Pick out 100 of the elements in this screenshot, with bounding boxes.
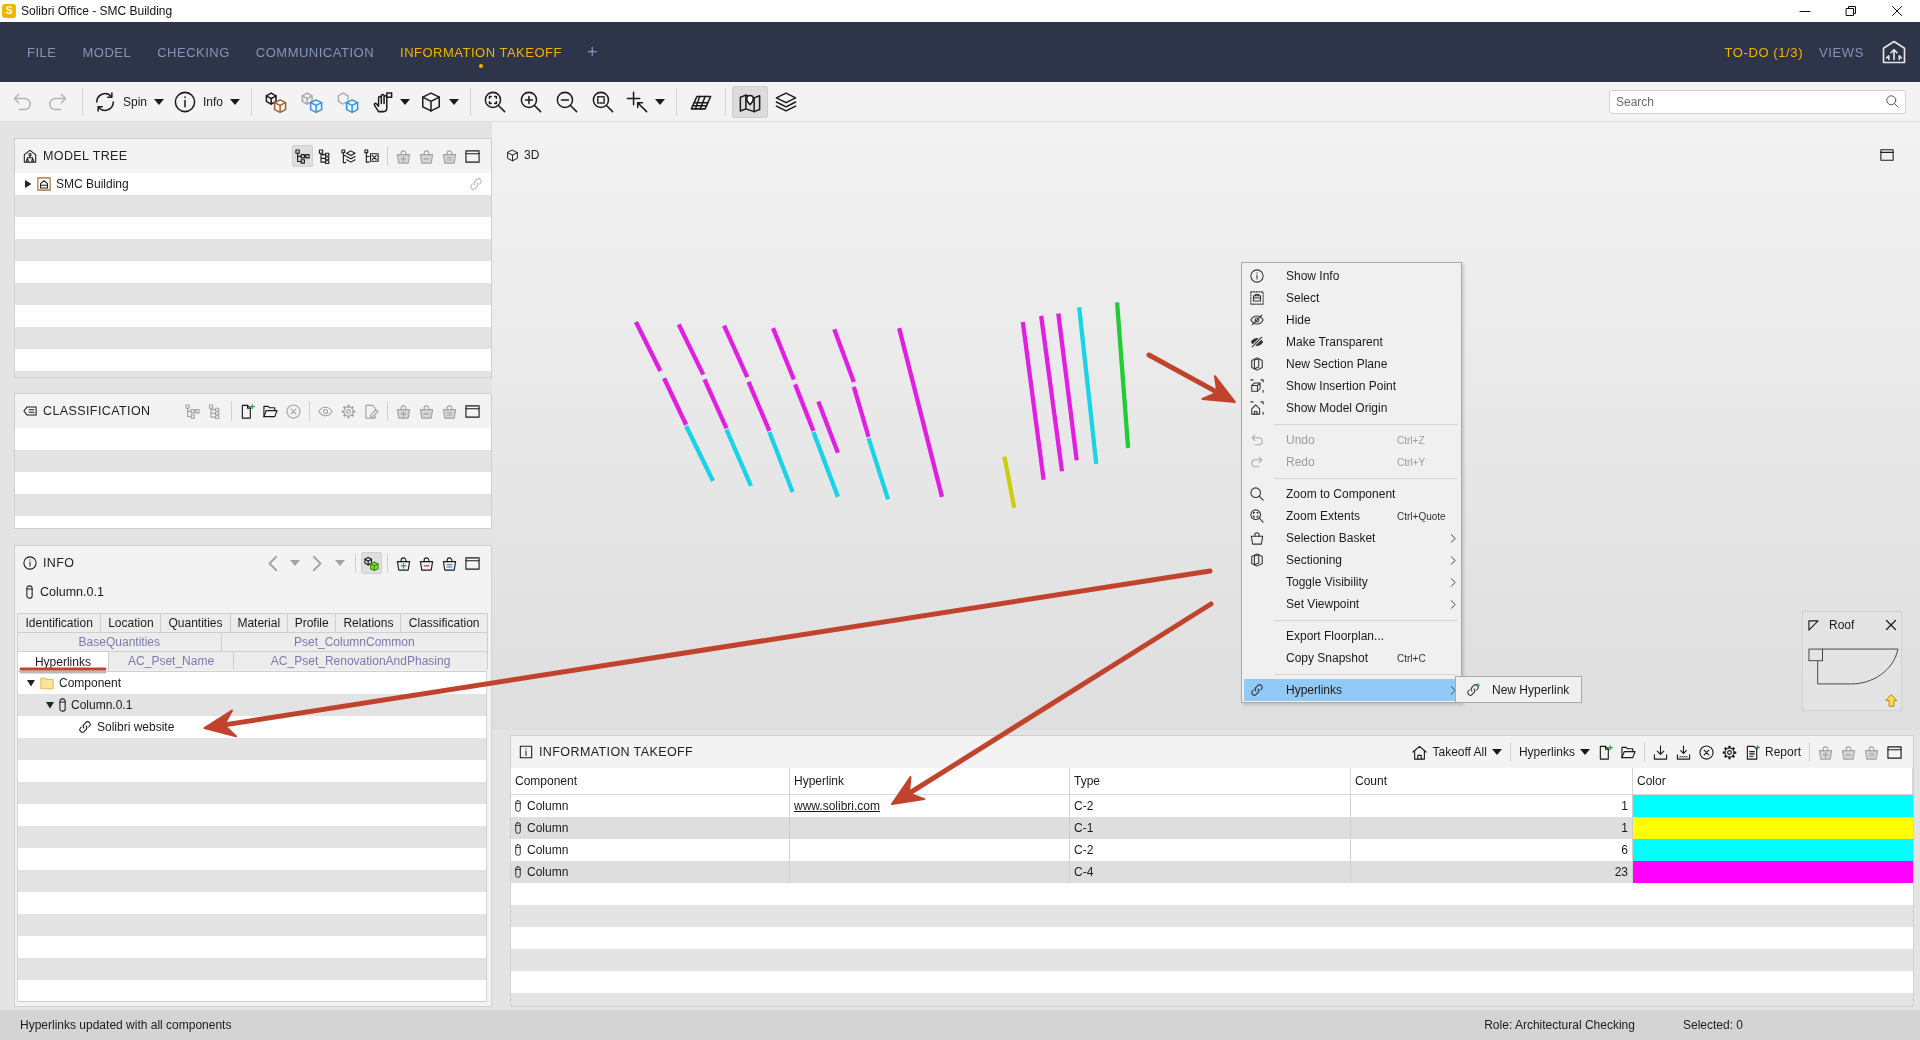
menu-item[interactable]: Make Transparent (1244, 331, 1459, 353)
menu-item[interactable]: Selection Basket (1244, 527, 1459, 549)
link[interactable]: www.solibri.com (794, 799, 880, 813)
column-header[interactable]: Color (1633, 768, 1913, 794)
house-icon (1412, 744, 1428, 760)
menu-item[interactable]: Zoom to Component (1244, 483, 1459, 505)
status-role: Role: Architectural Checking (1484, 1018, 1635, 1032)
search-field[interactable]: Search (1609, 89, 1906, 114)
tab[interactable]: AC_Pset_RenovationAndPhasing (233, 651, 488, 670)
cube-icon (506, 148, 519, 162)
tree-item[interactable]: SMC Building (56, 177, 129, 191)
info-icon (1250, 269, 1264, 283)
tree-item[interactable]: Column.0.1 (71, 698, 133, 712)
bag-minus-icon (1841, 744, 1856, 760)
menu-tab[interactable]: MODEL (69, 22, 145, 82)
window-icon (1880, 148, 1894, 162)
tab[interactable]: Relations (335, 613, 402, 632)
document-lines-icon (1744, 744, 1760, 760)
tab[interactable]: Pset_ColumnCommon (220, 632, 488, 651)
new-document-icon (240, 403, 255, 419)
menu-tab[interactable]: COMMUNICATION (242, 22, 388, 82)
zoom-selection-icon (592, 90, 615, 113)
triangle-down-icon[interactable] (46, 701, 54, 709)
triangle-corner-icon (1808, 619, 1819, 631)
window-icon (465, 555, 480, 571)
takeoff-all-button[interactable]: Takeoff All (1409, 741, 1505, 763)
views-button[interactable] (1882, 40, 1906, 64)
info-icon (174, 90, 197, 113)
tab[interactable]: AC_Pset_Name (107, 651, 235, 670)
menu-item[interactable]: Set Viewpoint (1244, 593, 1459, 615)
rotate-icon (94, 90, 116, 113)
minimize-icon (1800, 10, 1810, 12)
menu-item[interactable]: Select (1244, 287, 1459, 309)
menu-tab[interactable]: INFORMATION TAKEOFF (387, 22, 575, 82)
nav-link[interactable]: TO-DO (1/3) (1716, 44, 1812, 60)
map-button[interactable] (732, 85, 769, 118)
house-hierarchy-icon (23, 149, 37, 163)
column-icon (26, 585, 33, 599)
cube-icon (420, 90, 443, 113)
column-header[interactable]: Component (511, 768, 790, 794)
hyperlinks-button[interactable]: Hyperlinks (1515, 741, 1593, 763)
layers-icon (775, 90, 798, 113)
column-icon (59, 698, 66, 712)
window-title: Solibri Office - SMC Building (21, 4, 173, 18)
link-icon (78, 720, 92, 734)
hand-icon (371, 90, 394, 113)
bag-equals-icon (1864, 744, 1879, 760)
close-icon (1892, 6, 1902, 16)
tab[interactable]: Material (229, 613, 288, 632)
nav-link[interactable]: VIEWS (1811, 44, 1872, 60)
window-icon (465, 403, 480, 419)
crosshair-cursor-icon (626, 90, 649, 113)
eye-slash-icon (1250, 335, 1264, 349)
up-arrow-icon (1885, 694, 1898, 707)
column-header[interactable]: Count (1351, 768, 1633, 794)
triangle-down-icon[interactable] (27, 679, 35, 687)
bag-minus-icon (419, 148, 434, 164)
menu-item[interactable]: New Section Plane (1244, 353, 1459, 375)
menu-tab[interactable]: CHECKING (144, 22, 243, 82)
menu-item[interactable]: Show Insertion Point (1244, 375, 1459, 397)
info-button[interactable]: Info (169, 85, 246, 118)
shortcut-text: Ctrl+C (1397, 652, 1427, 664)
maximize-button[interactable] (1880, 148, 1894, 162)
tree-item[interactable]: Solibri website (97, 720, 175, 734)
new-document-icon (1597, 744, 1613, 760)
report-button[interactable]: Report (1741, 741, 1804, 763)
menu-item[interactable]: New Hyperlink (1458, 678, 1579, 701)
section-plane-icon (1250, 553, 1264, 567)
settings-icon (341, 403, 356, 419)
tab[interactable]: Location (100, 613, 162, 632)
menu-item[interactable]: Hide (1244, 309, 1459, 331)
menu-item[interactable]: Sectioning (1244, 549, 1459, 571)
shortcut-text: Ctrl+Quote (1397, 510, 1447, 522)
floor-name: Roof (1829, 618, 1855, 632)
zoom-out-icon (556, 90, 579, 113)
tab[interactable]: Quantities (160, 613, 231, 632)
tab[interactable]: Profile (286, 613, 337, 632)
tab[interactable]: Hyperlinks (17, 651, 109, 671)
menu-tab[interactable]: FILE (14, 22, 70, 82)
status-message: Hyperlinks updated with all components (20, 1018, 232, 1032)
triangle-right-icon[interactable] (24, 180, 32, 188)
hierarchy-button[interactable] (292, 145, 313, 167)
tree-item[interactable]: Component (59, 676, 122, 690)
tab[interactable]: Identification (17, 613, 102, 632)
spin-button[interactable]: Spin (89, 85, 170, 118)
menu-item[interactable]: Copy Snapshot Ctrl+C (1244, 647, 1459, 669)
menu-item[interactable]: Export Floorplan... (1244, 625, 1459, 647)
column-header[interactable]: Type (1070, 768, 1351, 794)
panel-title: CLASSIFICATION (43, 404, 151, 418)
add-tab-button[interactable]: + (574, 22, 610, 82)
tab[interactable]: Classification (400, 613, 488, 632)
menu-item[interactable]: Show Info (1244, 265, 1459, 287)
close-button[interactable] (1885, 619, 1897, 631)
bag-minus-icon (419, 403, 434, 419)
menu-item[interactable]: Zoom Extents Ctrl+Quote (1244, 505, 1459, 527)
bag-equals-icon (442, 555, 457, 571)
menu-item[interactable]: Toggle Visibility (1244, 571, 1459, 593)
dot-icon (478, 64, 483, 68)
cubes-button[interactable] (361, 552, 382, 574)
menu-item[interactable]: Show Model Origin (1244, 397, 1459, 419)
